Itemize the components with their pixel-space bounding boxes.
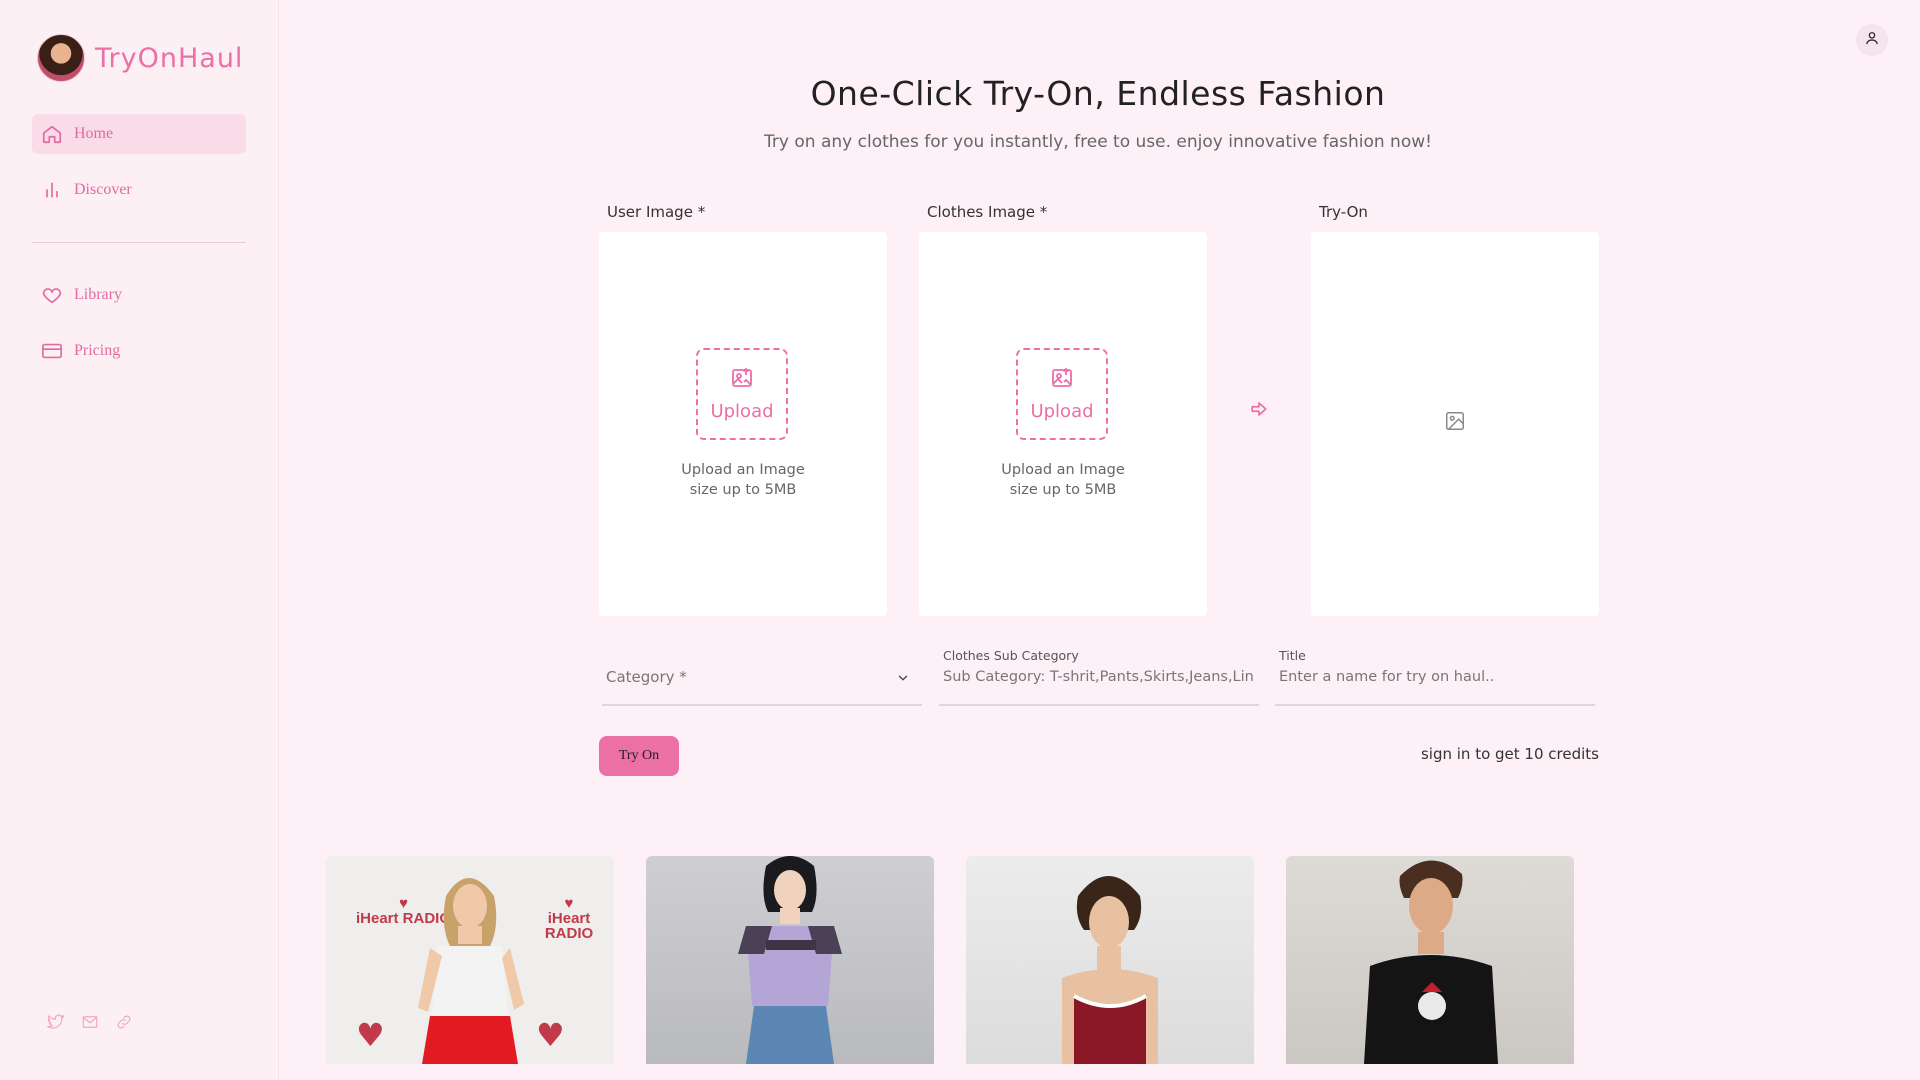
link-icon[interactable] xyxy=(114,1012,134,1032)
upload-hint: Upload an Image size up to 5MB xyxy=(919,460,1207,500)
chevron-down-icon xyxy=(896,670,910,689)
category-select[interactable]: Category * xyxy=(602,660,922,706)
gallery-card[interactable]: ♥ iHeart RADIO ♥ iHeart RADIO ♥ ♥ xyxy=(326,856,614,1064)
sidebar-item-label: Home xyxy=(74,125,114,142)
subcategory-input[interactable] xyxy=(943,669,1255,685)
user-image-label: User Image * xyxy=(607,203,706,221)
sidebar-item-discover[interactable]: Discover xyxy=(32,170,246,210)
sidebar-item-label: Discover xyxy=(74,181,132,198)
heart-icon xyxy=(40,283,64,307)
subcategory-field: Clothes Sub Category xyxy=(939,648,1259,706)
image-upload-icon xyxy=(730,366,754,395)
try-on-button[interactable]: Try On xyxy=(599,736,679,776)
social-links xyxy=(46,1012,134,1032)
brand-name: TryOnHaul xyxy=(95,42,244,74)
title-label: Title xyxy=(1279,648,1306,663)
model-photo xyxy=(738,856,842,1064)
credit-card-icon xyxy=(40,339,64,363)
brand-logo xyxy=(37,34,85,82)
try-on-result-panel xyxy=(1311,232,1599,616)
page-title: One-Click Try-On, Endless Fashion xyxy=(810,74,1386,113)
user-menu-button[interactable] xyxy=(1856,24,1888,56)
mail-icon[interactable] xyxy=(80,1012,100,1032)
upload-hint: Upload an Image size up to 5MB xyxy=(599,460,887,500)
sidebar-item-label: Library xyxy=(74,286,122,303)
upload-label: Upload xyxy=(710,401,774,422)
sidebar-item-library[interactable]: Library xyxy=(32,275,246,315)
twitter-icon[interactable] xyxy=(46,1012,66,1032)
user-image-upload-button[interactable]: Upload xyxy=(696,348,788,440)
clothes-image-upload-button[interactable]: Upload xyxy=(1016,348,1108,440)
gallery-card[interactable] xyxy=(966,856,1254,1064)
image-placeholder-icon xyxy=(1444,410,1466,436)
title-input[interactable] xyxy=(1279,669,1591,685)
subcategory-label: Clothes Sub Category xyxy=(943,648,1079,663)
try-on-label: Try-On xyxy=(1319,203,1368,221)
upload-hint-line2: size up to 5MB xyxy=(1009,482,1117,498)
sidebar-item-pricing[interactable]: Pricing xyxy=(32,331,246,371)
brand[interactable]: TryOnHaul xyxy=(37,34,243,82)
upload-hint-line1: Upload an Image xyxy=(1001,462,1125,478)
clothes-image-panel: Upload Upload an Image size up to 5MB xyxy=(919,232,1207,616)
arrow-right-icon xyxy=(1250,400,1268,422)
model-photo xyxy=(1364,860,1498,1064)
user-icon xyxy=(1864,30,1880,50)
upload-hint-line2: size up to 5MB xyxy=(689,482,797,498)
upload-hint-line1: Upload an Image xyxy=(681,462,805,478)
gallery-card[interactable] xyxy=(1286,856,1574,1064)
model-photo xyxy=(1062,876,1158,1064)
sidebar-divider xyxy=(32,242,246,243)
sidebar: TryOnHaul Home Discover Library Pricing xyxy=(0,0,279,1080)
clothes-image-label: Clothes Image * xyxy=(927,203,1048,221)
home-icon xyxy=(40,122,64,146)
category-placeholder: Category * xyxy=(606,668,687,686)
gallery-card[interactable] xyxy=(646,856,934,1064)
page-subtitle: Try on any clothes for you instantly, fr… xyxy=(764,132,1432,152)
credits-notice: sign in to get 10 credits xyxy=(1420,745,1599,763)
model-photo xyxy=(418,878,524,1064)
sidebar-item-label: Pricing xyxy=(74,342,121,359)
upload-label: Upload xyxy=(1030,401,1094,422)
image-upload-icon xyxy=(1050,366,1074,395)
title-field: Title xyxy=(1275,648,1595,706)
sidebar-item-home[interactable]: Home xyxy=(32,114,246,154)
user-image-panel: Upload Upload an Image size up to 5MB xyxy=(599,232,887,616)
bar-chart-icon xyxy=(40,178,64,202)
